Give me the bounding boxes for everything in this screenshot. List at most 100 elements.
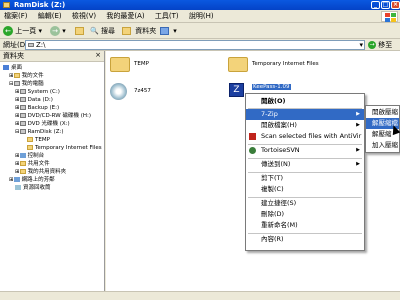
file-name[interactable]: TEMP (134, 61, 149, 67)
tree-item-recycle-bin[interactable]: 資源回收筒 (15, 184, 51, 192)
tree-item-dvd-rw-h[interactable]: ⊞ DVD/CD-RW 磁碟機 (H:) (15, 112, 91, 120)
sidebar-title: 資料夾 (3, 52, 24, 60)
drive-icon (19, 129, 26, 134)
tree-label: 桌面 (11, 65, 23, 71)
go-button[interactable]: → 移至 (368, 40, 392, 50)
tree-label: 我的電腦 (21, 81, 44, 87)
up-folder-button[interactable] (75, 25, 86, 37)
menu-item-send-to[interactable]: 傳送到(N) ▶ (246, 159, 364, 170)
menu-file[interactable]: 檔案(F) (0, 10, 32, 23)
menu-item-properties[interactable]: 內容(R) (246, 234, 364, 245)
tree-label: 我的共用資料夾 (27, 169, 67, 175)
close-icon[interactable]: × (94, 52, 102, 60)
forward-button[interactable]: → ▾ (50, 25, 66, 37)
computer-icon (13, 81, 20, 86)
folders-label: 資料夾 (135, 27, 157, 35)
toolbar: ← 上一頁 ▾ → ▾ 🔍 搜尋 資料夾 ▾ (0, 23, 400, 39)
menu-item-open[interactable]: 開啟(O) (246, 96, 364, 107)
tree-item-temporary-internet-files[interactable]: Temporary Internet Files (27, 144, 102, 152)
folders-icon (122, 27, 131, 35)
tree-label: 網路上的芳鄰 (21, 177, 55, 183)
menu-label: 傳送到(N) (261, 160, 291, 168)
menu-item-create-shortcut[interactable]: 建立捷徑(S) (246, 198, 364, 209)
views-icon (160, 27, 169, 35)
selected-file-name[interactable]: KeePass-1.09 (252, 84, 291, 90)
tree-item-desktop[interactable]: 桌面 (3, 64, 22, 72)
minimize-button[interactable]: _ (371, 1, 380, 9)
recycle-bin-icon (15, 185, 21, 190)
menu-favorites[interactable]: 我的最愛(A) (102, 10, 148, 23)
drive-icon (3, 2, 10, 8)
tree-label: System (C:) (27, 89, 60, 95)
tree-item-dvd-x[interactable]: ⊞ DVD 光碟機 (X:) (15, 120, 70, 128)
menu-item-open-with[interactable]: 開啟檔案(H) ▶ (246, 120, 364, 131)
tree-item-temp[interactable]: TEMP (27, 136, 50, 144)
menu-item-7zip[interactable]: 7-Zip ▶ (246, 109, 364, 120)
submenu-item-open-archive[interactable]: 開啟壓縮 (366, 107, 399, 118)
tree-item-network[interactable]: ⊞ 網路上的芳鄰 (9, 176, 55, 184)
search-button[interactable]: 🔍 搜尋 (90, 25, 115, 37)
disc-icon[interactable] (110, 83, 127, 100)
drive-icon (19, 105, 26, 110)
menu-view[interactable]: 檢視(V) (68, 10, 100, 23)
menu-item-tortoisesvn[interactable]: TortoiseSVN ▶ (246, 145, 364, 156)
forward-arrow-icon: → (50, 26, 60, 36)
folder-icon[interactable] (110, 57, 130, 72)
submenu-arrow-icon: ▶ (356, 122, 360, 128)
desktop-icon (3, 65, 9, 70)
window-title: RamDisk (Z:) (14, 1, 66, 9)
menu-item-copy[interactable]: 複製(C) (246, 184, 364, 195)
address-input[interactable]: Z:\ ▾ (25, 40, 365, 50)
folder-sidebar: 資料夾 × 桌面 ⊞ 我的文件 ⊟ 我的電腦 ⊞ System (C:) ⊞ Data … (0, 51, 105, 291)
maximize-button[interactable]: □ (381, 1, 390, 9)
sidebar-header: 資料夾 × (0, 51, 104, 62)
close-button[interactable]: × (391, 1, 400, 9)
menu-item-delete[interactable]: 刪除(D) (246, 209, 364, 220)
tree-item-control-panel[interactable]: ⊞ 控制台 (15, 152, 44, 160)
tree-label: 我的文件 (21, 73, 44, 79)
menu-edit[interactable]: 編輯(E) (34, 10, 66, 23)
address-value: Z:\ (36, 41, 46, 49)
views-button[interactable]: ▾ (160, 25, 177, 37)
tree-item-my-computer[interactable]: ⊟ 我的電腦 (9, 80, 44, 88)
menu-label: 7-Zip (261, 110, 278, 118)
folder-icon (19, 169, 26, 174)
submenu-arrow-icon: ▶ (356, 111, 360, 117)
tree-item-data-d[interactable]: ⊞ Data (D:) (15, 96, 53, 104)
file-name[interactable]: Temporary Internet Files (252, 61, 319, 67)
status-bar (0, 291, 400, 300)
folder-icon[interactable] (228, 57, 248, 72)
menu-tools[interactable]: 工具(T) (151, 10, 183, 23)
file-name[interactable]: 7z457 (134, 88, 151, 94)
menu-item-antivir-scan[interactable]: Scan selected files with AntiVir (246, 131, 364, 142)
menu-label: 開啟檔案(H) (261, 121, 297, 129)
submenu-item-add-to-archive[interactable]: 加入壓縮 (366, 140, 399, 151)
tree-label: Backup (E:) (27, 105, 60, 111)
submenu-arrow-icon: ▶ (356, 161, 360, 167)
menu-item-rename[interactable]: 重新命名(M) (246, 220, 364, 231)
address-dropdown-icon[interactable]: ▾ (359, 41, 363, 49)
tree-label: 資源回收筒 (23, 185, 51, 191)
tree-item-shared-documents[interactable]: ⊞ 共用文件 (15, 160, 50, 168)
keepass-icon[interactable]: Z (229, 83, 244, 97)
address-bar: 網址(D) Z:\ ▾ → 移至 (0, 39, 400, 51)
folders-button[interactable]: 資料夾 (122, 25, 156, 37)
tree-label: Temporary Internet Files (35, 145, 102, 151)
tree-item-my-shared-folder[interactable]: ⊞ 我的共用資料夾 (15, 168, 66, 176)
menu-help[interactable]: 說明(H) (185, 10, 218, 23)
back-label: 上一頁 (15, 27, 37, 35)
tree-label: Data (D:) (27, 97, 53, 103)
tree-label: TEMP (35, 137, 50, 143)
title-bar: RamDisk (Z:) _ □ × (0, 0, 400, 10)
search-label: 搜尋 (100, 27, 115, 35)
tree-item-system-c[interactable]: ⊞ System (C:) (15, 88, 60, 96)
back-button[interactable]: ← 上一頁 ▾ (3, 25, 42, 37)
submenu-arrow-icon: ▶ (356, 147, 360, 153)
tree-item-backup-e[interactable]: ⊞ Backup (E:) (15, 104, 59, 112)
tree-item-my-documents[interactable]: ⊞ 我的文件 (9, 72, 44, 80)
tree-item-ramdisk-z[interactable]: ⊟ RamDisk (Z:) (15, 128, 64, 136)
folder-icon (27, 137, 33, 142)
tortoise-icon (249, 147, 256, 154)
antivir-icon (249, 133, 256, 140)
menu-item-cut[interactable]: 剪下(T) (246, 173, 364, 184)
